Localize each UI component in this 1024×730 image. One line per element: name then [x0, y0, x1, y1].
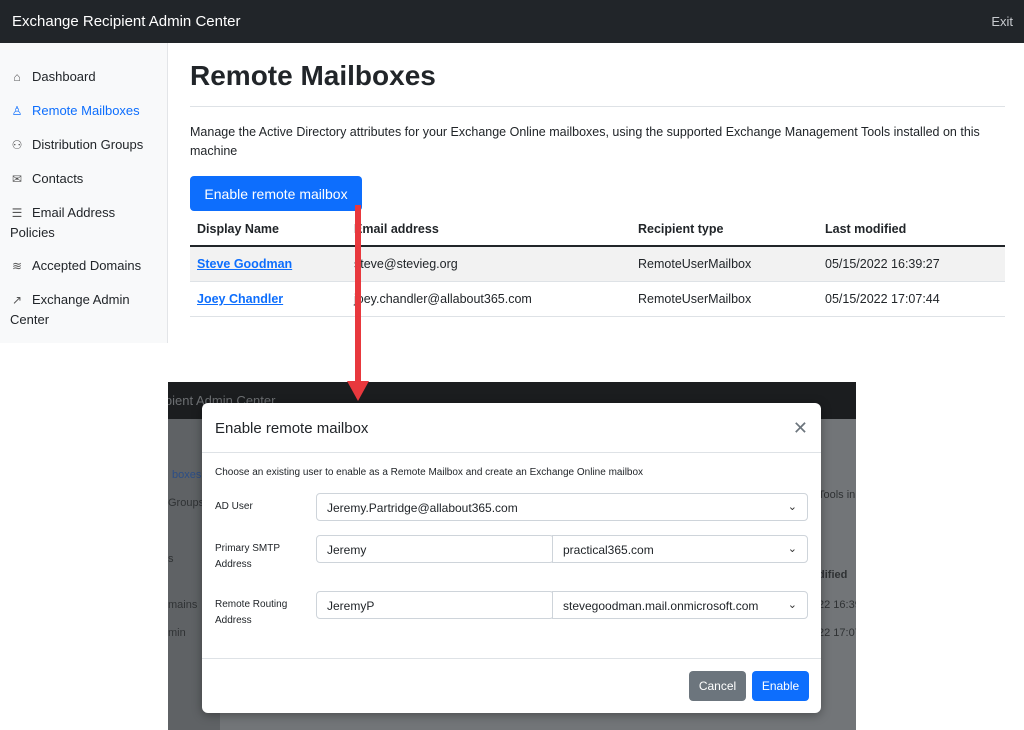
table-row: Joey Chandler joey.chandler@allabout365.…: [190, 282, 1005, 317]
display-name-link[interactable]: Steve Goodman: [197, 257, 292, 271]
sidebar: ⌂ Dashboard ♙ Remote Mailboxes ⚇ Distributi…: [0, 43, 168, 343]
sidebar-item-remote-mailboxes[interactable]: ♙ Remote Mailboxes: [10, 101, 160, 121]
remote-routing-alias-value: JeremyP: [327, 599, 375, 613]
ad-user-select[interactable]: Jeremy.Partridge@allabout365.com ⌄: [316, 493, 808, 521]
column-header-display-name[interactable]: Display Name: [197, 222, 279, 236]
enable-remote-mailbox-dialog: Enable remote mailbox ✕ Choose an existi…: [202, 403, 821, 713]
last-modified-cell: 05/15/2022 16:39:27: [825, 257, 940, 271]
remote-routing-domain-select[interactable]: stevegoodman.mail.onmicrosoft.com ⌄: [552, 591, 808, 619]
divider: [190, 106, 1005, 107]
backdrop-content-fragment: dified: [818, 569, 848, 581]
backdrop-nav-fragment: mains: [168, 599, 198, 611]
envelope-icon: ✉: [11, 172, 23, 186]
backdrop-nav-fragment: s: [168, 553, 174, 565]
page-description: Manage the Active Directory attributes f…: [190, 125, 980, 158]
chevron-down-icon: ⌄: [787, 501, 797, 513]
chevron-down-icon: ⌄: [787, 543, 797, 555]
backdrop-nav-fragment: boxes: [172, 469, 202, 481]
backdrop-content-fragment: Tools in: [818, 489, 856, 501]
sidebar-item-distribution-groups[interactable]: ⚇ Distribution Groups: [10, 135, 160, 155]
primary-smtp-domain-value: practical365.com: [563, 543, 654, 557]
page-title: Remote Mailboxes: [190, 60, 436, 91]
sidebar-item-contacts[interactable]: ✉ Contacts: [10, 169, 160, 189]
annotation-arrow: [347, 205, 369, 401]
primary-smtp-label: Primary SMTP Address: [215, 541, 280, 573]
remote-routing-label: Remote Routing Address: [215, 597, 287, 629]
remote-routing-label-line2: Address: [215, 615, 252, 626]
close-icon[interactable]: ✕: [793, 418, 808, 439]
email-cell: joey.chandler@allabout365.com: [354, 292, 532, 306]
arrow-head: [347, 381, 369, 401]
layers-icon: ≋: [11, 259, 23, 273]
people-icon: ⚇: [11, 138, 23, 152]
dialog-title: Enable remote mailbox: [215, 420, 369, 437]
person-icon: ♙: [11, 104, 23, 118]
primary-smtp-alias-value: Jeremy: [327, 543, 367, 557]
primary-smtp-label-line1: Primary SMTP: [215, 543, 280, 554]
sidebar-item-label: Dashboard: [32, 69, 96, 84]
primary-smtp-domain-select[interactable]: practical365.com ⌄: [552, 535, 808, 563]
display-name-link[interactable]: Joey Chandler: [197, 292, 283, 306]
recipient-type-cell: RemoteUserMailbox: [638, 257, 752, 271]
sidebar-item-label: Distribution Groups: [32, 137, 144, 152]
dialog-header-divider: [202, 452, 821, 453]
external-link-icon: ↗: [11, 293, 23, 307]
sidebar-item-exchange-admin-center[interactable]: ↗ Exchange Admin Center: [10, 290, 140, 329]
remote-routing-alias-input[interactable]: JeremyP: [316, 591, 554, 619]
ad-user-label: AD User: [215, 501, 253, 512]
top-navbar: Exchange Recipient Admin Center Exit: [0, 0, 1024, 43]
backdrop-content-fragment: 22 16:39: [818, 599, 856, 611]
sidebar-item-email-address-policies[interactable]: ☰ Email Address Policies: [10, 203, 130, 242]
chevron-down-icon: ⌄: [787, 599, 797, 611]
sidebar-item-label: Remote Mailboxes: [32, 103, 140, 118]
app-title: Exchange Recipient Admin Center: [12, 13, 241, 30]
enable-remote-mailbox-button[interactable]: Enable remote mailbox: [190, 176, 362, 211]
primary-smtp-label-line2: Address: [215, 559, 252, 570]
remote-routing-label-line1: Remote Routing: [215, 599, 288, 610]
dialog-footer-divider: [202, 658, 821, 659]
sidebar-item-label: Contacts: [32, 171, 84, 186]
enable-button[interactable]: Enable: [752, 671, 809, 701]
column-header-recipient-type[interactable]: Recipient type: [638, 222, 723, 236]
last-modified-cell: 05/15/2022 17:07:44: [825, 292, 940, 306]
backdrop-nav-fragment: min: [168, 627, 186, 639]
column-header-last-modified[interactable]: Last modified: [825, 222, 906, 236]
ad-user-value: Jeremy.Partridge@allabout365.com: [327, 501, 518, 515]
backdrop-content-fragment: 22 17:07: [818, 627, 856, 639]
sidebar-item-dashboard[interactable]: ⌂ Dashboard: [10, 67, 160, 87]
sidebar-item-label: Email Address Policies: [10, 205, 116, 240]
table-row: Steve Goodman steve@stevieg.org RemoteUs…: [190, 247, 1005, 282]
sidebar-item-label: Accepted Domains: [32, 258, 142, 273]
home-icon: ⌂: [13, 70, 21, 84]
remote-routing-domain-value: stevegoodman.mail.onmicrosoft.com: [563, 599, 759, 613]
sidebar-item-accepted-domains[interactable]: ≋ Accepted Domains: [10, 256, 160, 276]
dialog-description: Choose an existing user to enable as a R…: [215, 467, 644, 478]
sidebar-item-label: Exchange Admin Center: [10, 292, 130, 327]
exit-link[interactable]: Exit: [991, 14, 1013, 29]
cancel-button[interactable]: Cancel: [689, 671, 746, 701]
primary-smtp-alias-input[interactable]: Jeremy: [316, 535, 554, 563]
recipient-type-cell: RemoteUserMailbox: [638, 292, 752, 306]
backdrop-nav-fragment: Groups: [168, 497, 205, 509]
list-icon: ☰: [11, 206, 23, 220]
